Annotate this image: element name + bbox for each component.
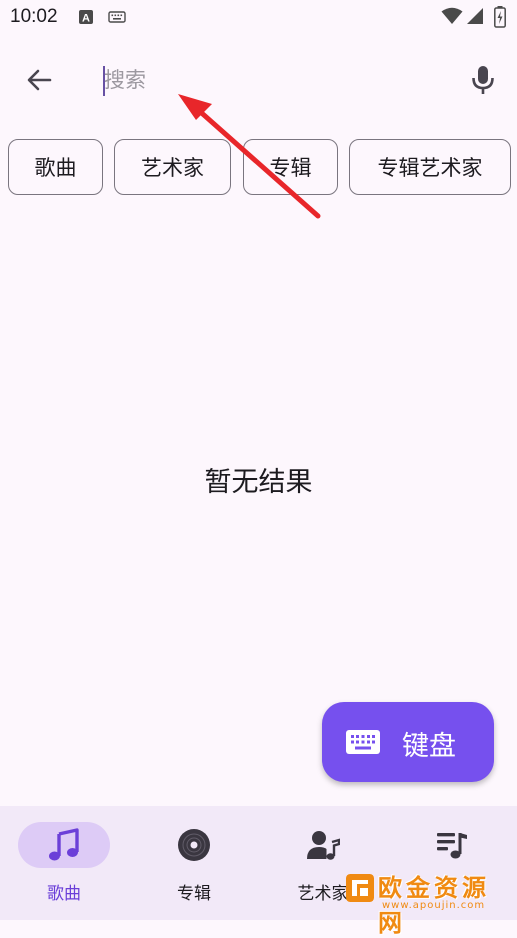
search-input[interactable] — [104, 62, 444, 98]
notification-a-icon: A — [78, 9, 94, 29]
keyboard-fab-button[interactable]: 键盘 — [322, 702, 494, 782]
music-note-icon — [47, 828, 81, 862]
fab-label: 键盘 — [402, 731, 456, 762]
empty-state-text: 暂无结果 — [204, 467, 313, 498]
album-icon — [177, 828, 211, 862]
status-time: 10:02 — [10, 6, 58, 27]
keyboard-icon — [108, 9, 126, 29]
watermark-url: www.apoujin.com — [382, 900, 486, 911]
mic-icon[interactable] — [470, 64, 496, 96]
svg-text:A: A — [82, 13, 90, 25]
nav-label-albums: 专辑 — [177, 884, 211, 904]
battery-charging-icon — [494, 6, 506, 32]
filter-chips: 歌曲 艺术家 专辑 专辑艺术家 — [0, 139, 517, 197]
status-bar: 10:02 A — [0, 0, 517, 36]
chip-songs[interactable]: 歌曲 — [8, 139, 103, 195]
watermark-logo: 欧金资源网 www.apoujin.com — [332, 860, 517, 937]
signal-icon — [466, 7, 484, 29]
wifi-icon — [441, 7, 463, 29]
chip-artists[interactable]: 艺术家 — [114, 139, 231, 195]
playlist-icon — [435, 828, 469, 862]
keyboard-icon — [346, 730, 380, 760]
search-bar — [0, 48, 517, 112]
chip-album-artists[interactable]: 专辑艺术家 — [349, 139, 511, 195]
artist-icon — [306, 828, 341, 862]
arrow-back-icon[interactable] — [22, 62, 58, 98]
nav-item-songs[interactable]: 歌曲 — [9, 806, 119, 920]
nav-label-songs: 歌曲 — [47, 884, 81, 904]
nav-item-albums[interactable]: 专辑 — [139, 806, 249, 920]
chip-albums[interactable]: 专辑 — [243, 139, 338, 195]
watermark-emblem-icon — [346, 874, 374, 902]
